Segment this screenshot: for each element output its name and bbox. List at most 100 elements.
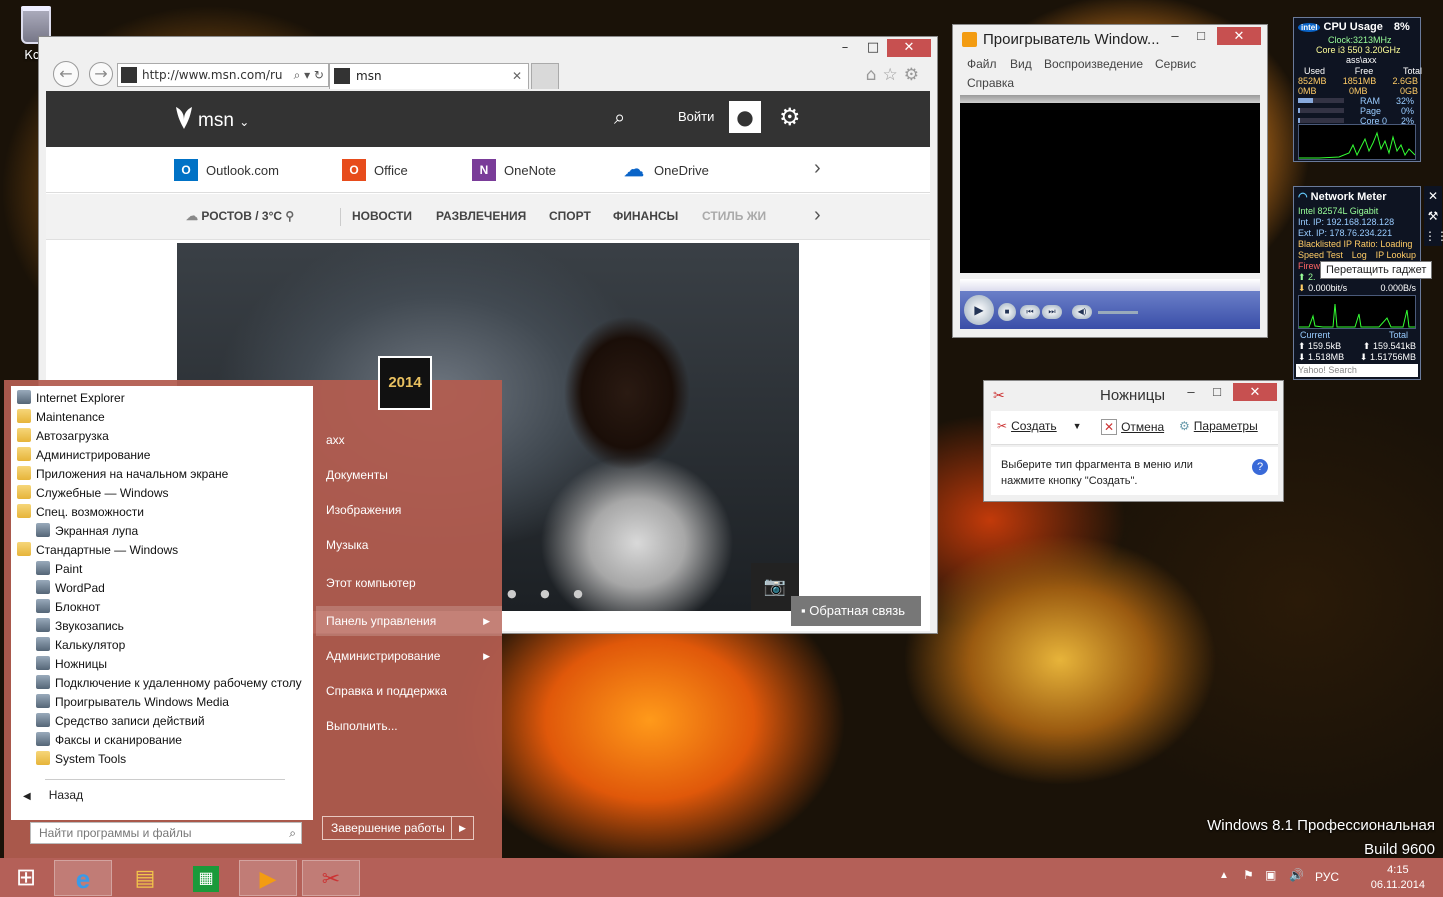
previous-icon[interactable]: ⏮ xyxy=(1020,305,1040,319)
forward-icon[interactable]: → xyxy=(89,62,113,86)
program-item[interactable]: Администрирование xyxy=(17,446,150,465)
explorer-taskbar-icon[interactable]: ▤ xyxy=(116,860,174,896)
shutdown-button[interactable]: Завершение работы ▶ xyxy=(322,816,474,840)
program-item[interactable]: Автозагрузка xyxy=(17,427,109,446)
avatar-icon[interactable]: ● xyxy=(729,101,761,133)
close-icon[interactable]: ✕ xyxy=(1424,186,1442,206)
drag-handle-icon[interactable]: ⋮⋮ xyxy=(1424,226,1443,246)
feedback-button[interactable]: ▪ Обратная связь xyxy=(791,596,921,626)
clock[interactable]: 4:15 06.11.2014 xyxy=(1371,863,1425,893)
flag-icon[interactable]: ⚑ xyxy=(1243,868,1254,882)
dropdown-arrow-icon[interactable]: ▼ xyxy=(1073,421,1082,431)
close-button[interactable]: ✕ xyxy=(1217,27,1261,45)
yahoo-search-input[interactable]: Yahoo! Search xyxy=(1296,364,1418,377)
service-onenote[interactable]: N OneNote xyxy=(472,159,556,181)
program-item[interactable]: Ножницы xyxy=(36,655,107,674)
minimize-button[interactable]: – xyxy=(831,39,859,57)
speed-test-link[interactable]: Speed Test xyxy=(1298,250,1343,260)
program-item[interactable]: Экранная лупа xyxy=(36,522,138,541)
wrench-icon[interactable]: ⚒ xyxy=(1424,206,1442,226)
program-item[interactable]: Звукозапись xyxy=(36,617,124,636)
minimize-button[interactable]: – xyxy=(1177,383,1205,401)
menu-file[interactable]: Файл xyxy=(967,57,997,71)
triangle-right-icon[interactable]: ▶ xyxy=(451,817,473,839)
chevron-right-icon[interactable]: › xyxy=(814,204,821,227)
program-item[interactable]: System Tools xyxy=(36,750,126,769)
user-picture[interactable]: 2014 xyxy=(378,356,432,410)
star-icon[interactable]: ☆ xyxy=(883,65,904,85)
gear-icon[interactable]: ⚙ xyxy=(904,65,925,85)
login-link[interactable]: Войти xyxy=(678,109,714,124)
stop-icon[interactable]: ■ xyxy=(998,303,1016,321)
start-right-item[interactable]: Этот компьютер xyxy=(326,568,502,598)
store-taskbar-icon[interactable]: ▦ xyxy=(177,860,235,896)
program-item[interactable]: Спец. возможности xyxy=(17,503,144,522)
service-outlook[interactable]: O Outlook.com xyxy=(174,159,279,181)
volume-icon[interactable]: ◀) xyxy=(1072,305,1092,319)
weather-link[interactable]: ☁ РОСТОВ / 3°C ⚲ xyxy=(186,209,294,223)
start-right-item[interactable]: Панель управления ▶ xyxy=(316,606,502,636)
log-link[interactable]: Log xyxy=(1352,250,1367,260)
cancel-snip-button[interactable]: ✕ Отмена xyxy=(1101,419,1164,435)
program-search-input[interactable]: Найти программы и файлы ⌕ xyxy=(30,822,302,844)
home-icon[interactable]: ⌂ xyxy=(866,65,883,85)
cat-sport[interactable]: СПОРТ xyxy=(549,209,591,223)
cat-style[interactable]: СТИЛЬ ЖИ xyxy=(702,209,766,223)
network-icon[interactable]: ▣ xyxy=(1265,868,1276,882)
minimize-button[interactable]: – xyxy=(1161,27,1189,45)
program-item[interactable]: Факсы и сканирование xyxy=(36,731,182,750)
new-snip-button[interactable]: ✂ Создать ▼ xyxy=(997,419,1082,433)
menu-playback[interactable]: Воспроизведение xyxy=(1044,57,1143,71)
volume-icon[interactable]: 🔊 xyxy=(1289,868,1304,882)
start-right-item[interactable]: axx xyxy=(326,425,502,455)
volume-slider[interactable] xyxy=(1098,311,1138,314)
windows-start-icon[interactable]: ⊞ xyxy=(0,860,52,896)
play-icon[interactable]: ▶ xyxy=(964,295,994,325)
maximize-button[interactable]: □ xyxy=(1203,383,1231,401)
start-right-item[interactable]: Справка и поддержка xyxy=(326,676,502,706)
menu-help[interactable]: Справка xyxy=(967,76,1014,90)
next-icon[interactable]: ⏭ xyxy=(1042,305,1062,319)
program-item[interactable]: WordPad xyxy=(36,579,105,598)
menu-view[interactable]: Вид xyxy=(1010,57,1032,71)
start-right-item[interactable]: Выполнить... xyxy=(326,711,502,741)
program-item[interactable]: Средство записи действий xyxy=(36,712,205,731)
start-right-item[interactable]: Документы xyxy=(326,460,502,490)
carousel-dots[interactable]: ● ● ● xyxy=(507,587,593,600)
back-button[interactable]: ◀ Назад xyxy=(23,788,83,802)
chevron-right-icon[interactable]: › xyxy=(814,157,821,180)
cat-news[interactable]: НОВОСТИ xyxy=(352,209,412,223)
search-refresh-icons[interactable]: ⌕ ▾ ↻ xyxy=(290,64,324,86)
ie-taskbar-icon[interactable]: e xyxy=(54,860,112,896)
language-indicator[interactable]: РУС xyxy=(1315,870,1339,884)
address-bar[interactable]: http://www.msn.com/ru ⌕ ▾ ↻ xyxy=(117,63,329,87)
maximize-button[interactable]: □ xyxy=(1187,27,1215,45)
service-office[interactable]: O Office xyxy=(342,159,408,181)
settings-gear-icon[interactable]: ⚙ xyxy=(779,103,801,131)
snipping-taskbar-icon[interactable]: ✂ xyxy=(302,860,360,896)
show-hidden-icons[interactable]: ▲ xyxy=(1219,870,1229,881)
network-meter-gadget[interactable]: ◠ Network Meter Intel 82574L Gigabit Int… xyxy=(1293,186,1421,380)
program-item[interactable]: Проигрыватель Windows Media xyxy=(36,693,229,712)
close-button[interactable]: ✕ xyxy=(887,39,931,57)
seek-bar[interactable] xyxy=(960,279,1260,291)
program-item[interactable]: Калькулятор xyxy=(36,636,125,655)
start-right-item[interactable]: Изображения xyxy=(326,495,502,525)
close-button[interactable]: ✕ xyxy=(1233,383,1277,401)
close-tab-icon[interactable]: ✕ xyxy=(512,64,522,88)
msn-logo[interactable]: msn ⌄ xyxy=(174,105,249,132)
ip-lookup-link[interactable]: IP Lookup xyxy=(1376,250,1416,260)
program-item[interactable]: Стандартные — Windows xyxy=(17,541,178,560)
program-item[interactable]: Служебные — Windows xyxy=(17,484,169,503)
program-item[interactable]: Блокнот xyxy=(36,598,100,617)
cat-finance[interactable]: ФИНАНСЫ xyxy=(613,209,678,223)
browser-tab[interactable]: msn ✕ xyxy=(329,63,529,89)
back-icon[interactable]: ← xyxy=(53,61,79,87)
program-item[interactable]: Приложения на начальном экране xyxy=(17,465,228,484)
program-item[interactable]: Подключение к удаленному рабочему столу xyxy=(36,674,302,693)
menu-tools[interactable]: Сервис xyxy=(1155,57,1196,71)
cat-entertainment[interactable]: РАЗВЛЕЧЕНИЯ xyxy=(436,209,526,223)
media-player-taskbar-icon[interactable]: ▶ xyxy=(239,860,297,896)
service-onedrive[interactable]: ☁ OneDrive xyxy=(622,159,709,181)
program-item[interactable]: Paint xyxy=(36,560,82,579)
